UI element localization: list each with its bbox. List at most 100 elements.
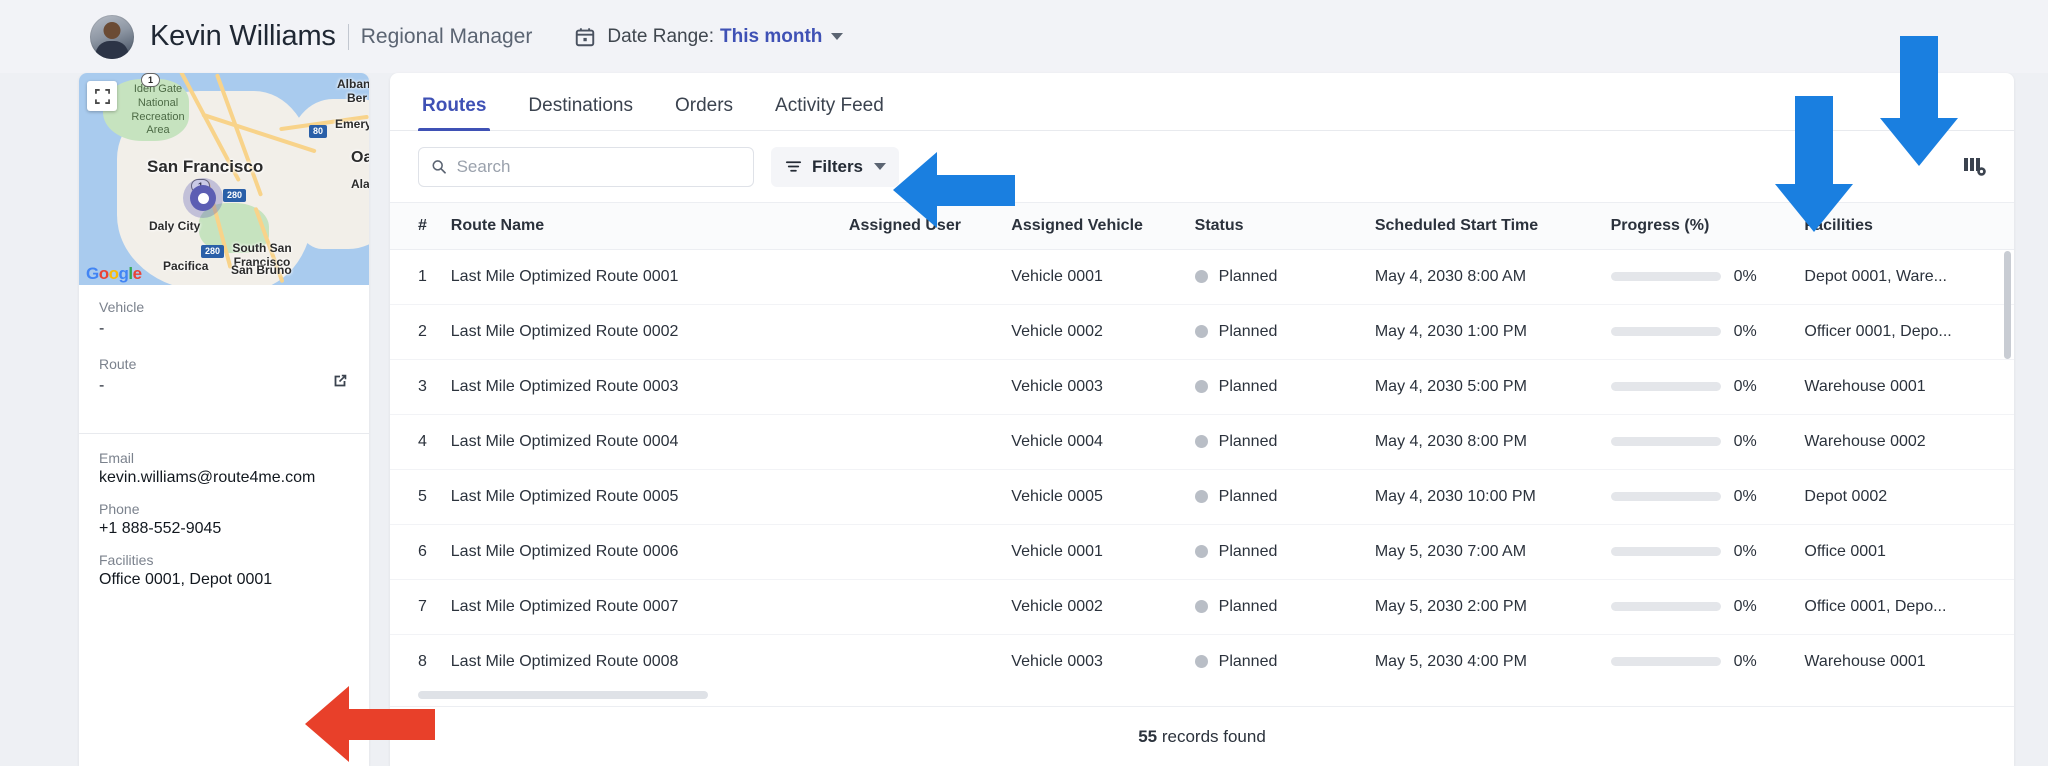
sidebar-field-route: Route - (99, 356, 349, 395)
external-link-icon[interactable] (331, 372, 349, 390)
cell-assigned-user (848, 359, 1012, 415)
cell-assigned-vehicle: Vehicle 0001 (1011, 249, 1195, 305)
cell-facilities: Warehouse 0001 (1804, 359, 2014, 415)
cell-route-name[interactable]: Last Mile Optimized Route 0001 (450, 249, 849, 305)
cell-scheduled-start-time: May 4, 2030 10:00 PM (1374, 469, 1611, 525)
annotation-arrow-filters (893, 152, 1015, 228)
tab-orders[interactable]: Orders (671, 95, 737, 130)
status-dot-icon (1194, 655, 1208, 668)
user-role-label: Regional Manager (360, 24, 533, 48)
cell-route-name[interactable]: Last Mile Optimized Route 0007 (450, 579, 849, 635)
map-town-label: Alam (351, 177, 369, 191)
status-dot-icon (1194, 600, 1208, 613)
column-header-status[interactable]: Status (1194, 203, 1375, 250)
cell-progress: 0% (1610, 304, 1805, 360)
table-row[interactable]: 3 Last Mile Optimized Route 0003 Vehicle 0… (390, 359, 2014, 415)
table-row[interactable]: 7 Last Mile Optimized Route 0007 Vehicle 0… (390, 579, 2014, 635)
column-header-scheduled-start-time[interactable]: Scheduled Start Time (1374, 203, 1611, 250)
cell-assigned-vehicle: Vehicle 0004 (1011, 414, 1195, 470)
tab-routes[interactable]: Routes (418, 95, 491, 131)
cell-assigned-vehicle: Vehicle 0003 (1011, 359, 1195, 415)
cell-route-name[interactable]: Last Mile Optimized Route 0006 (450, 524, 849, 580)
field-value: kevin.williams@route4me.com (99, 469, 316, 486)
cell-status: Planned (1194, 304, 1375, 360)
cell-status: Planned (1194, 524, 1375, 580)
chevron-down-icon (874, 163, 887, 170)
filters-button[interactable]: Filters (771, 146, 900, 187)
progress-bar (1610, 437, 1721, 446)
cell-number: 5 (390, 469, 451, 525)
table-row[interactable]: 4 Last Mile Optimized Route 0004 Vehicle 0… (390, 414, 2014, 470)
routes-table-container: # Route Name Assigned User Assigned Vehi… (390, 203, 2014, 688)
progress-bar (1610, 272, 1721, 281)
avatar[interactable] (90, 14, 134, 59)
search-box[interactable] (418, 146, 754, 187)
sidebar-contact-block: Email kevin.williams@route4me.com Phone … (79, 434, 369, 603)
tab-destinations[interactable]: Destinations (524, 95, 637, 130)
cell-progress: 0% (1610, 634, 1805, 688)
cell-progress: 0% (1610, 579, 1805, 635)
cell-route-name[interactable]: Last Mile Optimized Route 0008 (450, 634, 849, 688)
expand-map-icon[interactable] (87, 81, 117, 111)
progress-percent: 0% (1733, 487, 1757, 505)
cell-status: Planned (1194, 414, 1375, 470)
table-vertical-scrollbar[interactable] (2004, 251, 2011, 359)
date-range-value[interactable]: This month (720, 26, 822, 48)
columns-settings-button[interactable] (1960, 152, 1990, 182)
table-row[interactable]: 1 Last Mile Optimized Route 0001 Vehicle 0… (390, 249, 2014, 305)
cell-assigned-vehicle: Vehicle 0001 (1011, 524, 1195, 580)
cell-route-name[interactable]: Last Mile Optimized Route 0004 (450, 414, 849, 470)
cell-assigned-vehicle: Vehicle 0002 (1011, 579, 1195, 635)
filters-label: Filters (812, 156, 864, 176)
table-horizontal-scrollbar-track (390, 688, 2014, 706)
profile-sidebar: Iden Gate National Recreation Area San Fran… (79, 73, 369, 766)
cell-scheduled-start-time: May 4, 2030 8:00 PM (1374, 414, 1611, 470)
table-row[interactable]: 8 Last Mile Optimized Route 0008 Vehicle 0… (390, 634, 2014, 688)
column-header-number[interactable]: # (390, 203, 451, 250)
cell-facilities: Office 0001 (1804, 524, 2014, 580)
field-label: Facilities (99, 552, 154, 568)
routes-table: # Route Name Assigned User Assigned Vehi… (390, 203, 2014, 688)
progress-bar (1610, 382, 1721, 391)
map-highway-shield: 280 (201, 245, 225, 258)
cell-route-name[interactable]: Last Mile Optimized Route 0002 (450, 304, 849, 360)
progress-bar (1610, 492, 1721, 501)
cell-assigned-user (848, 579, 1012, 635)
search-icon (432, 160, 446, 174)
cell-number: 6 (390, 524, 451, 580)
records-label: records found (1161, 726, 1266, 746)
sidebar-field-email: Email kevin.williams@route4me.com (99, 450, 349, 487)
status-dot-icon (1194, 490, 1208, 503)
cell-progress: 0% (1610, 359, 1805, 415)
table-footer: 55 records found (390, 706, 2014, 766)
search-input[interactable] (456, 156, 741, 177)
table-header: # Route Name Assigned User Assigned Vehi… (390, 203, 2014, 250)
google-logo: Google (86, 264, 142, 283)
chevron-down-icon[interactable] (831, 33, 844, 40)
progress-bar (1610, 657, 1721, 666)
map-town-label: Oa (351, 149, 369, 166)
cell-number: 7 (390, 579, 451, 635)
cell-facilities: Warehouse 0002 (1804, 414, 2014, 470)
column-header-route-name[interactable]: Route Name (450, 203, 849, 250)
status-dot-icon (1194, 435, 1208, 448)
field-label: Vehicle (99, 299, 145, 315)
sidebar-field-phone: Phone +1 888-552-9045 (99, 501, 349, 538)
cell-assigned-user (848, 304, 1012, 360)
table-row[interactable]: 6 Last Mile Optimized Route 0006 Vehicle 0… (390, 524, 2014, 580)
location-map[interactable]: Iden Gate National Recreation Area San Fran… (79, 73, 369, 285)
table-body: 1 Last Mile Optimized Route 0001 Vehicle 0… (390, 249, 2014, 688)
cell-scheduled-start-time: May 5, 2030 4:00 PM (1374, 634, 1611, 688)
cell-facilities: Officer 0001, Depo... (1804, 304, 2014, 360)
map-highway-shield: 80 (309, 125, 328, 138)
records-count: 55 (1138, 726, 1158, 746)
table-horizontal-scrollbar[interactable] (418, 691, 708, 699)
column-header-assigned-vehicle[interactable]: Assigned Vehicle (1011, 203, 1195, 250)
table-row[interactable]: 5 Last Mile Optimized Route 0005 Vehicle 0… (390, 469, 2014, 525)
table-row[interactable]: 2 Last Mile Optimized Route 0002 Vehicle 0… (390, 304, 2014, 360)
cell-route-name[interactable]: Last Mile Optimized Route 0003 (450, 359, 849, 415)
cell-route-name[interactable]: Last Mile Optimized Route 0005 (450, 469, 849, 525)
tab-activity-feed[interactable]: Activity Feed (771, 95, 888, 130)
cell-scheduled-start-time: May 5, 2030 2:00 PM (1374, 579, 1611, 635)
date-range-selector[interactable]: Date Range: This month (574, 26, 844, 48)
